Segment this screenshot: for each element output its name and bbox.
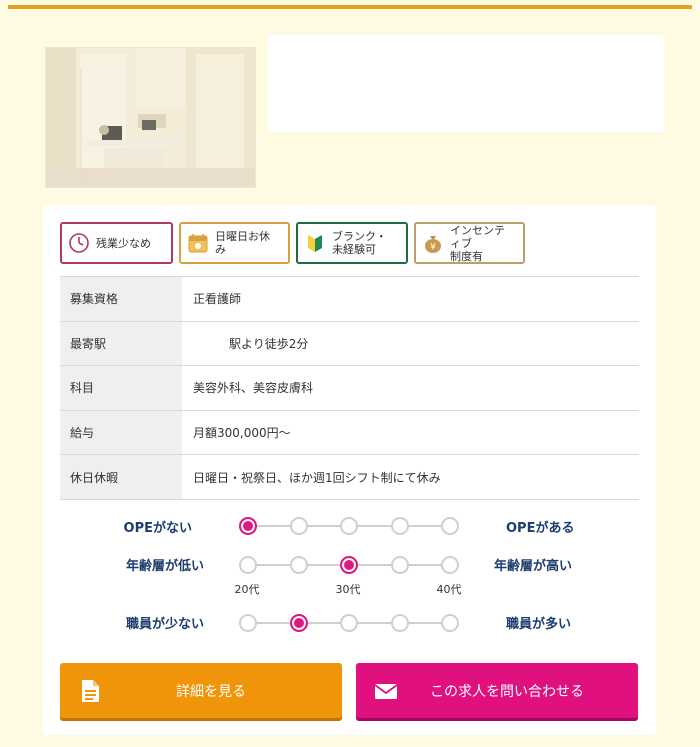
scale-dot: [441, 614, 459, 632]
scale-staff-track: [248, 622, 450, 624]
scale-dot: [289, 556, 308, 574]
job-info-table: 募集資格 正看護師 最寄駅 駅より徒歩2分 科目 美容外科、美容皮膚科 給与 月…: [60, 276, 639, 500]
money-bag-icon: ¥: [425, 236, 441, 253]
row-value: 日曜日・祝祭日、ほか週1回シフト制にて休み: [193, 470, 441, 485]
scale-age-track: [248, 564, 450, 566]
detail-button-label: 詳細を見る: [176, 683, 246, 700]
scale-age-left-label: 年齢層が低い: [125, 559, 204, 574]
table-row: 給与 月額300,000円～: [60, 410, 639, 456]
tag-less-overtime: 残業少なめ: [60, 222, 173, 264]
scale-age-right-label: 年齢層が高い: [494, 559, 573, 574]
tag-blank-ok: ブランク・ 未経験可: [296, 222, 408, 264]
contact-button-label: この求人を問い合わせる: [430, 683, 584, 700]
scale-staff-right-label: 職員が多い: [506, 617, 572, 632]
row-value: 正看護師: [193, 292, 242, 307]
contact-button[interactable]: この求人を問い合わせる: [356, 663, 638, 718]
calendar-icon: [188, 234, 208, 253]
scale-ope-track: [248, 525, 450, 527]
tag-label-line2: 制度有: [450, 249, 483, 263]
row-label: 給与: [60, 410, 182, 455]
scale-dot: [441, 556, 459, 574]
row-label: 最寄駅: [60, 321, 182, 366]
scale-ope-right-label: OPEがある: [506, 521, 575, 536]
svg-text:¥: ¥: [430, 243, 436, 253]
clinic-photo: [45, 47, 256, 188]
age-tick-label: 30代: [335, 583, 361, 596]
tag-label-line2: 未経験可: [332, 243, 376, 256]
scale-ope-left-label: OPEがない: [123, 521, 192, 536]
job-title-box: [268, 35, 664, 132]
detail-button[interactable]: 詳細を見る: [60, 663, 342, 718]
scale-dot: [289, 614, 308, 632]
row-value: 美容外科、美容皮膚科: [193, 381, 314, 396]
age-tick-label: 20代: [234, 583, 260, 596]
feature-tags: 残業少なめ 日曜日お休み ブランク・ 未経験可 ¥ インセンティブ 制度有: [60, 222, 525, 264]
tag-label-line1: ブランク・: [332, 230, 387, 243]
scale-dot: [239, 614, 257, 632]
tag-label: 残業少なめ: [96, 236, 151, 250]
scale-dot: [340, 517, 358, 535]
scale-dot: [390, 517, 409, 535]
row-value: 駅より徒歩2分: [182, 322, 639, 366]
row-label: 休日休暇: [60, 455, 182, 499]
scale-dot: [390, 614, 409, 632]
row-label: 募集資格: [60, 277, 182, 321]
tag-sunday-off: 日曜日お休み: [179, 222, 290, 264]
scale-dot: [289, 517, 308, 535]
document-icon: [82, 679, 99, 702]
table-row: 休日休暇 日曜日・祝祭日、ほか週1回シフト制にて休み: [60, 455, 639, 500]
beginner-mark-icon: [308, 235, 322, 252]
scale-dot: [239, 556, 257, 574]
scale-dot: [441, 517, 459, 535]
tag-label-line1: インセンティブ: [450, 223, 505, 250]
tag-label: 日曜日お休み: [215, 230, 270, 256]
scale-dot: [340, 614, 358, 632]
tag-incentive: ¥ インセンティブ 制度有: [414, 222, 525, 264]
table-row: 募集資格 正看護師: [60, 277, 639, 322]
scale-dot: [239, 517, 257, 535]
row-value: 月額300,000円～: [193, 426, 291, 441]
row-label: 科目: [60, 366, 182, 410]
scale-staff-left-label: 職員が少ない: [125, 617, 204, 632]
scale-dot: [390, 556, 409, 574]
table-row: 最寄駅 駅より徒歩2分: [60, 321, 639, 367]
table-row: 科目 美容外科、美容皮膚科: [60, 366, 639, 411]
station-text: 駅より徒歩2分: [229, 336, 309, 351]
top-accent-rule: [8, 5, 692, 9]
mail-icon: [374, 683, 398, 699]
age-tick-label: 40代: [436, 583, 462, 596]
job-card: 残業少なめ 日曜日お休み ブランク・ 未経験可 ¥ インセンティブ 制度有 募集…: [43, 205, 656, 735]
scale-dot: [340, 556, 358, 574]
clock-icon: [69, 233, 89, 253]
